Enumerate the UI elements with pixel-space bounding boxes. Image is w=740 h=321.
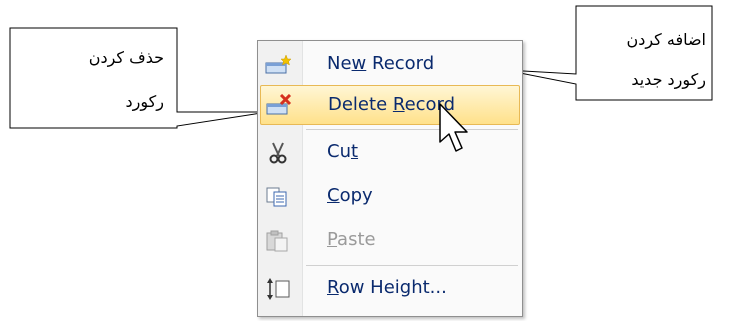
- delete-callout-line2: رکورد: [125, 92, 164, 111]
- context-menu: New Record Delete Record Cut Copy Paste …: [257, 40, 523, 317]
- scissors-icon: [269, 142, 287, 164]
- add-callout-line2: رکورد جدید: [631, 70, 706, 89]
- new-record-icon: [265, 54, 292, 74]
- menu-separator: [306, 265, 518, 266]
- menu-item-label: Copy: [327, 185, 373, 206]
- menu-item-cut[interactable]: Cut: [260, 133, 520, 173]
- row-height-icon: [267, 278, 290, 300]
- menu-item-label: Row Height...: [327, 277, 447, 298]
- menu-item-new-record[interactable]: New Record: [260, 45, 520, 85]
- delete-callout-box: [9, 27, 269, 129]
- copy-icon: [266, 187, 287, 207]
- menu-item-paste[interactable]: Paste: [260, 221, 520, 261]
- delete-record-icon: [266, 94, 292, 115]
- menu-item-label: Cut: [327, 141, 359, 162]
- menu-separator: [306, 129, 518, 130]
- paste-icon: [266, 230, 288, 252]
- add-callout-line1: اضافه کردن: [626, 30, 706, 49]
- menu-item-label: Paste: [327, 229, 376, 250]
- menu-item-delete-record[interactable]: Delete Record: [260, 85, 520, 125]
- menu-item-label: New Record: [327, 53, 435, 74]
- menu-item-row-height[interactable]: Row Height...: [260, 269, 520, 309]
- delete-callout-line1: حذف کردن: [88, 48, 164, 67]
- mouse-cursor-icon: [439, 103, 468, 152]
- menu-item-copy[interactable]: Copy: [260, 177, 520, 217]
